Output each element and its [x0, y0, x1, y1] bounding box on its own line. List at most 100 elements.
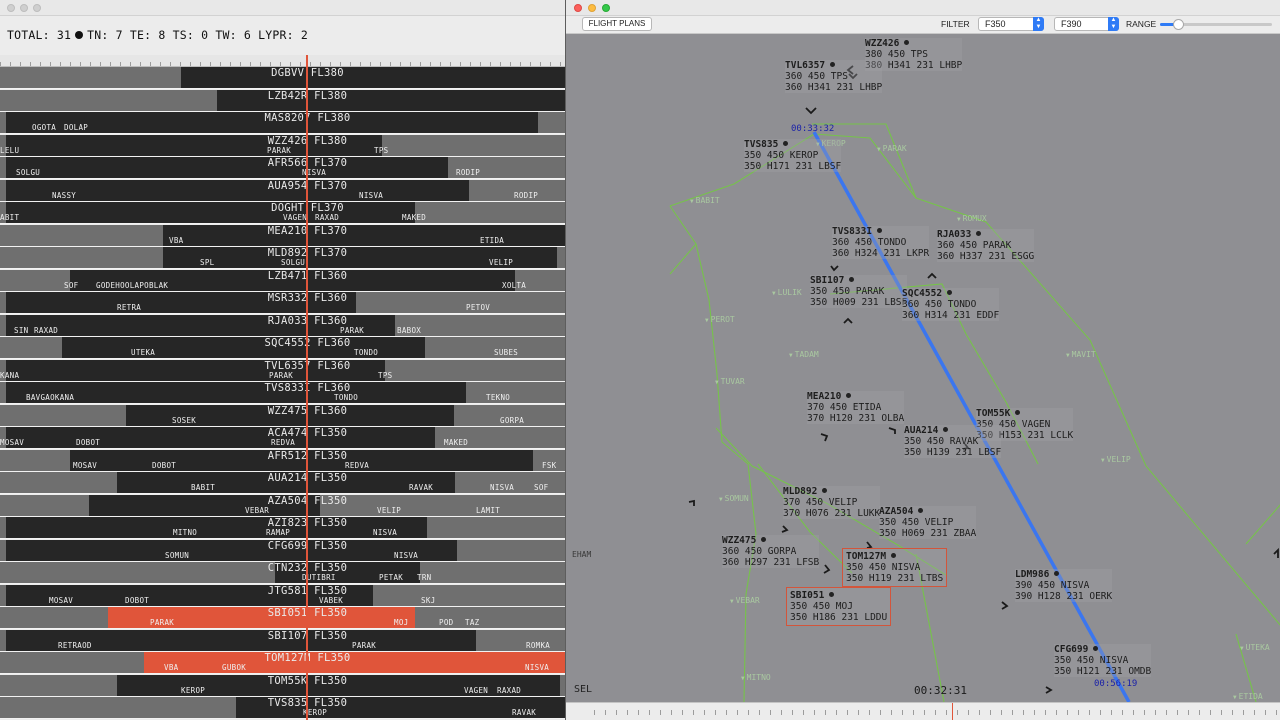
flight-strip[interactable]: SQC4552 FL360 UTEKA TONDO SUBES	[0, 337, 565, 359]
heading-chevron	[1273, 547, 1279, 558]
flight-strip[interactable]: TOM127M FL350 VBA GUBOK NISVA	[0, 652, 565, 674]
aircraft-position-icon[interactable]	[891, 553, 897, 558]
radar-map[interactable]: KEROPPARAKBABITROMUXLULIKPEROTTADAMMAVIT…	[566, 34, 1280, 702]
flight-strip-fix: VBA	[164, 663, 179, 672]
flight-strip[interactable]: MAS8207 FL380 OGOTA DOLAP	[0, 112, 565, 134]
aircraft-position-icon[interactable]	[1015, 410, 1021, 415]
flight-strip[interactable]: WZZ475 FL360 SOSEK GORPA	[0, 404, 565, 427]
flight-strip[interactable]: CFG699 FL350 SOMUN NISVA	[0, 539, 565, 562]
waypoint-label: ROMUX	[957, 214, 987, 223]
aircraft-label[interactable]: SBI107 350 450 PARAK 350 H009 231 LBSF	[810, 275, 908, 308]
minimize-window-button[interactable]	[20, 4, 28, 12]
flight-strip[interactable]: AZI823 FL350 MITNO RAMAP NISVA	[0, 517, 565, 539]
aircraft-position-icon[interactable]	[830, 62, 836, 67]
flight-plans-button[interactable]: FLIGHT PLANS	[582, 17, 652, 31]
aircraft-position-icon[interactable]	[1093, 646, 1099, 651]
timeline-ruler[interactable]	[0, 55, 565, 67]
aircraft-label[interactable]: CFG699 350 450 NISVA 350 H121 231 OMDB	[1054, 644, 1152, 677]
zoom-window-button[interactable]	[33, 4, 41, 12]
flight-strip[interactable]: MEA210 FL370 VBA ETIDA	[0, 224, 565, 247]
aircraft-position-icon[interactable]	[783, 141, 789, 146]
flight-strip[interactable]: LZB42R FL380	[0, 89, 565, 112]
aircraft-position-icon[interactable]	[761, 537, 767, 542]
chevron-up-down-icon[interactable]: ▲ ▼	[1108, 17, 1119, 31]
filter-from-select[interactable]: F350 ▲ ▼	[978, 17, 1044, 31]
aircraft-position-icon[interactable]	[829, 592, 835, 597]
aircraft-position-icon[interactable]	[904, 40, 910, 45]
aircraft-label[interactable]: MEA210 370 450 ETIDA 370 H120 231 OLBA	[807, 391, 905, 424]
aircraft-label[interactable]: TVS833I 360 450 TONDO 360 H324 231 LKPR	[832, 226, 930, 259]
aircraft-position-icon[interactable]	[918, 508, 924, 513]
close-window-button[interactable]	[574, 4, 582, 12]
aircraft-position-icon[interactable]	[1054, 571, 1060, 576]
aircraft-data-line: 350 450 NISVA	[846, 562, 921, 573]
aircraft-label[interactable]: WZZ475 360 450 GORPA 360 H297 231 LFSB	[722, 535, 820, 568]
aircraft-label[interactable]: RJA033 360 450 PARAK 360 H337 231 ESGG	[937, 229, 1035, 262]
flight-strip[interactable]: LZB471 FL360 SOF GODEHOOLAPOBLAK XOLTA	[0, 269, 565, 292]
chevron-up-down-icon[interactable]: ▲ ▼	[1033, 17, 1044, 31]
aircraft-position-icon[interactable]	[822, 488, 828, 493]
flight-strip[interactable]: MLD892 FL370 SPL SOLGU VELIP	[0, 247, 565, 269]
aircraft-label[interactable]: SBI051 350 450 MOJ 350 H186 231 LDDU	[786, 587, 892, 626]
close-window-button[interactable]	[7, 4, 15, 12]
flight-strip-callsign-text: AFR512 FL350	[267, 449, 348, 462]
aircraft-position-icon[interactable]	[943, 427, 949, 432]
flight-strip-callsign-text: AUA214 FL350	[267, 472, 348, 484]
filter-to-value: F390	[1061, 19, 1082, 29]
flight-strip[interactable]: AFR512 FL350 MOSAV DOBOT REDVA FSK	[0, 449, 565, 472]
aircraft-position-icon[interactable]	[849, 277, 855, 282]
flight-strip[interactable]: TVS835 FL350 KEROP RAVAK	[0, 697, 565, 719]
flight-strip[interactable]: SBI051 FL350 PARAK MOJ POD TAZ	[0, 607, 565, 629]
aircraft-position-icon[interactable]	[976, 231, 982, 236]
zoom-window-button[interactable]	[602, 4, 610, 12]
flight-strip[interactable]: SBI107 FL350 RETRAOD PARAK ROMKA	[0, 629, 565, 652]
flight-strip[interactable]: CTN232 FL350 DUTIBRI PETAK TRN	[0, 562, 565, 584]
time-scrubber-marker[interactable]	[952, 703, 953, 720]
flight-strip[interactable]: RJA033 FL360 SIN RAXAD PARAK BABOX	[0, 314, 565, 337]
flight-strip-fix: PETAK	[379, 573, 404, 582]
aircraft-callsign-row: WZZ426	[865, 38, 962, 49]
aircraft-data-line: 360 H314 231 EDDF	[902, 310, 1000, 321]
heading-chevron	[830, 265, 839, 272]
aircraft-position-icon[interactable]	[877, 228, 883, 233]
flight-strip-fix: PARAK	[269, 370, 294, 380]
flight-strip[interactable]: AZA504 FL350 VEBAR VELIP LAMIT	[0, 494, 565, 517]
time-scrubber[interactable]	[566, 702, 1280, 720]
filter-to-select[interactable]: F390 ▲ ▼	[1054, 17, 1119, 31]
flight-strip[interactable]: DOGHT FL370 ABIT VAGEN RAXAD MAKED	[0, 202, 565, 224]
aircraft-label[interactable]: MLD892 370 450 VELIP 370 H076 231 LUKK	[783, 486, 881, 519]
range-slider-knob[interactable]	[1173, 19, 1184, 30]
flight-strip-callsign-text: SQC4552 FL360	[264, 337, 351, 349]
flight-strip-fix: TAZ	[465, 618, 480, 627]
flight-strip[interactable]: MSR332 FL360 RETRA PETOV	[0, 292, 565, 314]
range-slider[interactable]	[1160, 19, 1272, 30]
aircraft-data-line: 390 H128 231 OERK	[1015, 591, 1113, 602]
flight-strip[interactable]: AUA954 FL370 NASSY NISVA RODIP	[0, 179, 565, 202]
aircraft-position-icon[interactable]	[947, 290, 953, 295]
aircraft-label[interactable]: LDM986 390 450 NISVA 390 H128 231 OERK	[1015, 569, 1113, 602]
aircraft-position-icon[interactable]	[846, 393, 852, 398]
right-titlebar[interactable]	[566, 0, 1280, 16]
flight-strip[interactable]: TOM55K FL350 KEROP VAGEN RAXAD	[0, 674, 565, 697]
left-titlebar[interactable]	[0, 0, 565, 16]
flight-strip[interactable]: DGBVV FL380	[0, 67, 565, 89]
flight-strip[interactable]: JTG581 FL350 MOSAV DOBOT VABEK SKJ	[0, 584, 565, 607]
aircraft-label[interactable]: SQC4552 360 450 TONDO 360 H314 231 EDDF	[902, 288, 1000, 321]
aircraft-label[interactable]: AZA504 350 450 VELIP 350 H069 231 ZBAA	[879, 506, 977, 539]
minimize-window-button[interactable]	[588, 4, 596, 12]
flight-strip[interactable]: ACA474 FL350 MOSAV DOBOT REDVA MAKED	[0, 427, 565, 449]
flight-strip[interactable]: TVS833I FL360 BAVGAOKANA TONDO TEKNO	[0, 382, 565, 404]
flight-strip-fix: SKJ	[421, 595, 436, 605]
flight-strip-fix: VAGEN	[464, 685, 489, 695]
aircraft-data-line: 350 450 NISVA	[1054, 655, 1129, 666]
flight-strip[interactable]: WZZ426 FL380 LELU PARAK TPS	[0, 134, 565, 157]
flight-strip[interactable]: AUA214 FL350 BABIT RAVAK NISVA SOF	[0, 472, 565, 494]
flight-strip[interactable]: TVL6357 FL360 KANA PARAK TPS	[0, 359, 565, 382]
waypoint-label: SOMUN	[719, 494, 749, 503]
aircraft-label[interactable]: AUA214 350 450 RAVAK 350 H139 231 LBSF	[904, 425, 1002, 458]
aircraft-label[interactable]: TVL6357 360 450 TPS 360 H341 231 LHBP	[785, 60, 883, 93]
aircraft-callsign-row: WZZ475	[722, 535, 819, 546]
flight-strip[interactable]: AFR566 FL370 SOLGU NISVA RODIP	[0, 157, 565, 179]
aircraft-label[interactable]: TVS835 350 450 KEROP 350 H171 231 LBSF	[744, 139, 842, 172]
aircraft-label[interactable]: TOM127M 350 450 NISVA 350 H119 231 LTBS	[842, 548, 948, 587]
